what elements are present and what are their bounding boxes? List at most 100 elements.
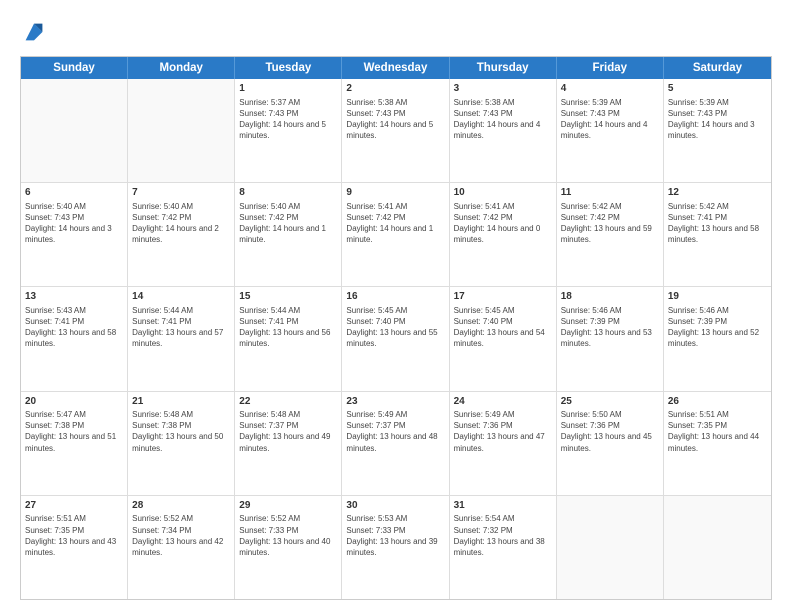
calendar-cell bbox=[128, 79, 235, 182]
cell-detail: Sunrise: 5:40 AM Sunset: 7:42 PM Dayligh… bbox=[132, 201, 230, 246]
calendar-cell: 3Sunrise: 5:38 AM Sunset: 7:43 PM Daylig… bbox=[450, 79, 557, 182]
day-number: 1 bbox=[239, 82, 337, 96]
cell-detail: Sunrise: 5:39 AM Sunset: 7:43 PM Dayligh… bbox=[668, 97, 767, 142]
cell-detail: Sunrise: 5:52 AM Sunset: 7:33 PM Dayligh… bbox=[239, 513, 337, 558]
day-header-tuesday: Tuesday bbox=[235, 57, 342, 79]
day-number: 3 bbox=[454, 82, 552, 96]
calendar-cell: 20Sunrise: 5:47 AM Sunset: 7:38 PM Dayli… bbox=[21, 392, 128, 495]
day-number: 27 bbox=[25, 499, 123, 513]
header bbox=[20, 18, 772, 46]
day-number: 24 bbox=[454, 395, 552, 409]
calendar-cell: 18Sunrise: 5:46 AM Sunset: 7:39 PM Dayli… bbox=[557, 287, 664, 390]
calendar-row-3: 20Sunrise: 5:47 AM Sunset: 7:38 PM Dayli… bbox=[21, 392, 771, 496]
day-number: 16 bbox=[346, 290, 444, 304]
calendar-cell: 2Sunrise: 5:38 AM Sunset: 7:43 PM Daylig… bbox=[342, 79, 449, 182]
day-number: 17 bbox=[454, 290, 552, 304]
day-number: 23 bbox=[346, 395, 444, 409]
day-number: 15 bbox=[239, 290, 337, 304]
day-number: 22 bbox=[239, 395, 337, 409]
cell-detail: Sunrise: 5:40 AM Sunset: 7:42 PM Dayligh… bbox=[239, 201, 337, 246]
day-number: 10 bbox=[454, 186, 552, 200]
day-number: 30 bbox=[346, 499, 444, 513]
day-number: 25 bbox=[561, 395, 659, 409]
calendar-cell: 21Sunrise: 5:48 AM Sunset: 7:38 PM Dayli… bbox=[128, 392, 235, 495]
cell-detail: Sunrise: 5:37 AM Sunset: 7:43 PM Dayligh… bbox=[239, 97, 337, 142]
cell-detail: Sunrise: 5:49 AM Sunset: 7:37 PM Dayligh… bbox=[346, 409, 444, 454]
calendar-body: 1Sunrise: 5:37 AM Sunset: 7:43 PM Daylig… bbox=[21, 79, 771, 599]
calendar-cell bbox=[21, 79, 128, 182]
calendar-cell: 12Sunrise: 5:42 AM Sunset: 7:41 PM Dayli… bbox=[664, 183, 771, 286]
day-header-monday: Monday bbox=[128, 57, 235, 79]
calendar-cell: 14Sunrise: 5:44 AM Sunset: 7:41 PM Dayli… bbox=[128, 287, 235, 390]
calendar-cell: 27Sunrise: 5:51 AM Sunset: 7:35 PM Dayli… bbox=[21, 496, 128, 599]
cell-detail: Sunrise: 5:42 AM Sunset: 7:42 PM Dayligh… bbox=[561, 201, 659, 246]
day-number: 28 bbox=[132, 499, 230, 513]
day-number: 20 bbox=[25, 395, 123, 409]
calendar-cell: 7Sunrise: 5:40 AM Sunset: 7:42 PM Daylig… bbox=[128, 183, 235, 286]
day-number: 26 bbox=[668, 395, 767, 409]
day-header-thursday: Thursday bbox=[450, 57, 557, 79]
day-header-sunday: Sunday bbox=[21, 57, 128, 79]
day-number: 18 bbox=[561, 290, 659, 304]
cell-detail: Sunrise: 5:41 AM Sunset: 7:42 PM Dayligh… bbox=[346, 201, 444, 246]
cell-detail: Sunrise: 5:53 AM Sunset: 7:33 PM Dayligh… bbox=[346, 513, 444, 558]
calendar-row-2: 13Sunrise: 5:43 AM Sunset: 7:41 PM Dayli… bbox=[21, 287, 771, 391]
calendar-cell: 19Sunrise: 5:46 AM Sunset: 7:39 PM Dayli… bbox=[664, 287, 771, 390]
cell-detail: Sunrise: 5:46 AM Sunset: 7:39 PM Dayligh… bbox=[561, 305, 659, 350]
calendar-cell: 23Sunrise: 5:49 AM Sunset: 7:37 PM Dayli… bbox=[342, 392, 449, 495]
cell-detail: Sunrise: 5:38 AM Sunset: 7:43 PM Dayligh… bbox=[454, 97, 552, 142]
cell-detail: Sunrise: 5:50 AM Sunset: 7:36 PM Dayligh… bbox=[561, 409, 659, 454]
cell-detail: Sunrise: 5:42 AM Sunset: 7:41 PM Dayligh… bbox=[668, 201, 767, 246]
cell-detail: Sunrise: 5:45 AM Sunset: 7:40 PM Dayligh… bbox=[454, 305, 552, 350]
calendar-cell: 11Sunrise: 5:42 AM Sunset: 7:42 PM Dayli… bbox=[557, 183, 664, 286]
day-number: 29 bbox=[239, 499, 337, 513]
calendar-cell: 6Sunrise: 5:40 AM Sunset: 7:43 PM Daylig… bbox=[21, 183, 128, 286]
cell-detail: Sunrise: 5:49 AM Sunset: 7:36 PM Dayligh… bbox=[454, 409, 552, 454]
calendar-header: SundayMondayTuesdayWednesdayThursdayFrid… bbox=[21, 57, 771, 79]
calendar-cell: 15Sunrise: 5:44 AM Sunset: 7:41 PM Dayli… bbox=[235, 287, 342, 390]
calendar-cell: 28Sunrise: 5:52 AM Sunset: 7:34 PM Dayli… bbox=[128, 496, 235, 599]
day-number: 2 bbox=[346, 82, 444, 96]
cell-detail: Sunrise: 5:43 AM Sunset: 7:41 PM Dayligh… bbox=[25, 305, 123, 350]
page: SundayMondayTuesdayWednesdayThursdayFrid… bbox=[0, 0, 792, 612]
logo bbox=[20, 18, 52, 46]
day-number: 12 bbox=[668, 186, 767, 200]
day-number: 14 bbox=[132, 290, 230, 304]
calendar-cell bbox=[664, 496, 771, 599]
cell-detail: Sunrise: 5:51 AM Sunset: 7:35 PM Dayligh… bbox=[668, 409, 767, 454]
cell-detail: Sunrise: 5:40 AM Sunset: 7:43 PM Dayligh… bbox=[25, 201, 123, 246]
calendar-cell: 25Sunrise: 5:50 AM Sunset: 7:36 PM Dayli… bbox=[557, 392, 664, 495]
calendar-cell: 22Sunrise: 5:48 AM Sunset: 7:37 PM Dayli… bbox=[235, 392, 342, 495]
calendar-cell: 29Sunrise: 5:52 AM Sunset: 7:33 PM Dayli… bbox=[235, 496, 342, 599]
day-number: 19 bbox=[668, 290, 767, 304]
calendar-row-4: 27Sunrise: 5:51 AM Sunset: 7:35 PM Dayli… bbox=[21, 496, 771, 599]
day-header-saturday: Saturday bbox=[664, 57, 771, 79]
day-number: 5 bbox=[668, 82, 767, 96]
day-number: 7 bbox=[132, 186, 230, 200]
cell-detail: Sunrise: 5:41 AM Sunset: 7:42 PM Dayligh… bbox=[454, 201, 552, 246]
calendar-cell: 24Sunrise: 5:49 AM Sunset: 7:36 PM Dayli… bbox=[450, 392, 557, 495]
cell-detail: Sunrise: 5:44 AM Sunset: 7:41 PM Dayligh… bbox=[132, 305, 230, 350]
calendar-cell: 1Sunrise: 5:37 AM Sunset: 7:43 PM Daylig… bbox=[235, 79, 342, 182]
calendar-cell: 13Sunrise: 5:43 AM Sunset: 7:41 PM Dayli… bbox=[21, 287, 128, 390]
calendar-cell: 8Sunrise: 5:40 AM Sunset: 7:42 PM Daylig… bbox=[235, 183, 342, 286]
calendar-cell: 31Sunrise: 5:54 AM Sunset: 7:32 PM Dayli… bbox=[450, 496, 557, 599]
day-number: 13 bbox=[25, 290, 123, 304]
cell-detail: Sunrise: 5:46 AM Sunset: 7:39 PM Dayligh… bbox=[668, 305, 767, 350]
day-number: 8 bbox=[239, 186, 337, 200]
cell-detail: Sunrise: 5:39 AM Sunset: 7:43 PM Dayligh… bbox=[561, 97, 659, 142]
day-header-friday: Friday bbox=[557, 57, 664, 79]
day-header-wednesday: Wednesday bbox=[342, 57, 449, 79]
day-number: 31 bbox=[454, 499, 552, 513]
calendar-cell: 26Sunrise: 5:51 AM Sunset: 7:35 PM Dayli… bbox=[664, 392, 771, 495]
day-number: 4 bbox=[561, 82, 659, 96]
calendar-row-1: 6Sunrise: 5:40 AM Sunset: 7:43 PM Daylig… bbox=[21, 183, 771, 287]
calendar-cell: 4Sunrise: 5:39 AM Sunset: 7:43 PM Daylig… bbox=[557, 79, 664, 182]
day-number: 6 bbox=[25, 186, 123, 200]
day-number: 9 bbox=[346, 186, 444, 200]
cell-detail: Sunrise: 5:54 AM Sunset: 7:32 PM Dayligh… bbox=[454, 513, 552, 558]
calendar-cell: 10Sunrise: 5:41 AM Sunset: 7:42 PM Dayli… bbox=[450, 183, 557, 286]
calendar-cell bbox=[557, 496, 664, 599]
cell-detail: Sunrise: 5:44 AM Sunset: 7:41 PM Dayligh… bbox=[239, 305, 337, 350]
calendar-cell: 30Sunrise: 5:53 AM Sunset: 7:33 PM Dayli… bbox=[342, 496, 449, 599]
